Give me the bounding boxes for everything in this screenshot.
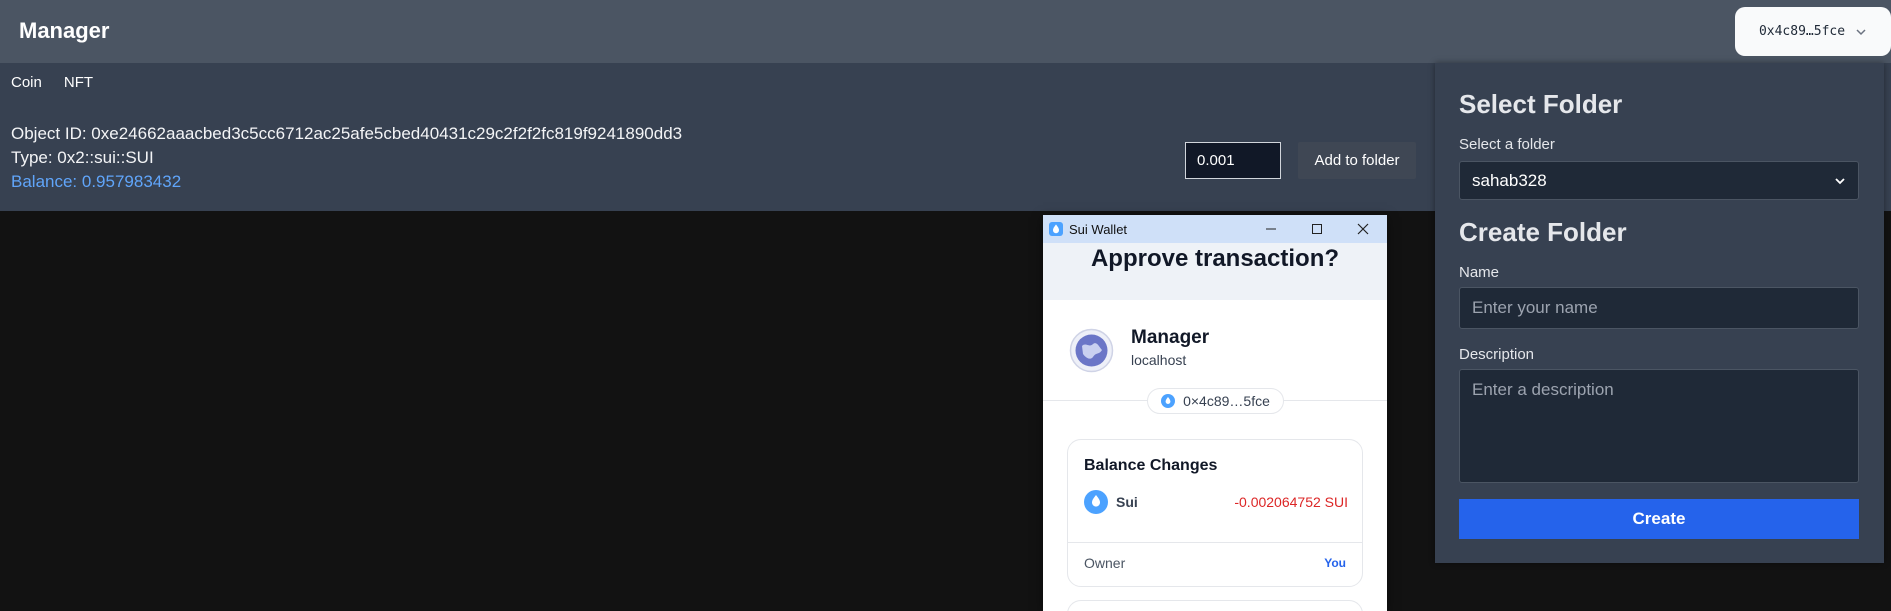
balance-changes-card: Balance Changes Sui -0.002064752 SUI Own…: [1067, 439, 1363, 587]
tab-coin[interactable]: Coin: [0, 71, 53, 95]
dapp-host: localhost: [1131, 352, 1187, 368]
folder-select[interactable]: sahab328: [1459, 161, 1859, 200]
account-button[interactable]: 0x4c89…5fce: [1735, 7, 1891, 56]
balance-changes-title: Balance Changes: [1084, 457, 1218, 474]
approve-title: Approve transaction?: [1090, 245, 1340, 272]
description-textarea[interactable]: Enter a description: [1459, 369, 1859, 483]
object-id: Object ID: 0xe24662aaacbed3c5cc6712ac25a…: [11, 124, 683, 143]
wallet-address: 0×4c89…5fce: [1183, 393, 1270, 409]
coin-name: Sui: [1116, 494, 1138, 510]
app-title: Manager: [19, 18, 110, 43]
name-input[interactable]: Enter your name: [1459, 287, 1859, 329]
select-folder-heading: Select Folder: [1459, 89, 1623, 119]
amount-input[interactable]: [1185, 142, 1281, 179]
sui-coin-icon: [1161, 394, 1176, 408]
sui-logo-icon: [1049, 222, 1063, 236]
coin-type: Type: 0x2::sui::SUI: [11, 148, 154, 167]
folder-select-value: sahab328: [1472, 170, 1547, 190]
coin-change: -0.002064752 SUI: [1234, 494, 1348, 510]
create-folder-heading: Create Folder: [1459, 217, 1627, 247]
close-icon[interactable]: [1353, 219, 1373, 239]
name-label: Name: [1459, 264, 1500, 281]
wallet-window-title: Sui Wallet: [1069, 221, 1128, 237]
create-button[interactable]: Create: [1459, 499, 1859, 539]
owner-value: You: [1324, 556, 1346, 570]
wallet-titlebar: Sui Wallet: [1043, 215, 1387, 243]
wallet-window: Sui Wallet Approve transaction? Manager …: [1043, 215, 1387, 611]
folder-panel: Select Folder Select a folder sahab328 C…: [1435, 63, 1884, 563]
description-label: Description: [1459, 346, 1535, 363]
add-to-folder-button[interactable]: Add to folder: [1298, 142, 1416, 179]
account-address: 0x4c89…5fce: [1758, 24, 1846, 39]
wallet-address-pill: 0×4c89…5fce: [1147, 388, 1284, 414]
tab-bar: Coin NFT: [0, 71, 104, 95]
owner-label: Owner: [1084, 555, 1126, 571]
chevron-down-icon: [1856, 28, 1866, 35]
chevron-down-icon: [1835, 177, 1845, 184]
minimize-icon[interactable]: [1261, 219, 1281, 239]
globe-icon: [1069, 328, 1114, 373]
app-header: Manager 0x4c89…5fce: [0, 0, 1891, 63]
sui-coin-icon: [1084, 490, 1108, 514]
approve-header: Approve transaction?: [1043, 243, 1387, 300]
next-card: [1067, 600, 1363, 611]
maximize-icon[interactable]: [1307, 219, 1327, 239]
dapp-name: Manager: [1131, 327, 1210, 348]
coin-balance: Balance: 0.957983432: [11, 172, 182, 191]
select-folder-label: Select a folder: [1459, 136, 1555, 153]
divider: [1068, 542, 1362, 543]
tab-nft[interactable]: NFT: [53, 71, 104, 95]
